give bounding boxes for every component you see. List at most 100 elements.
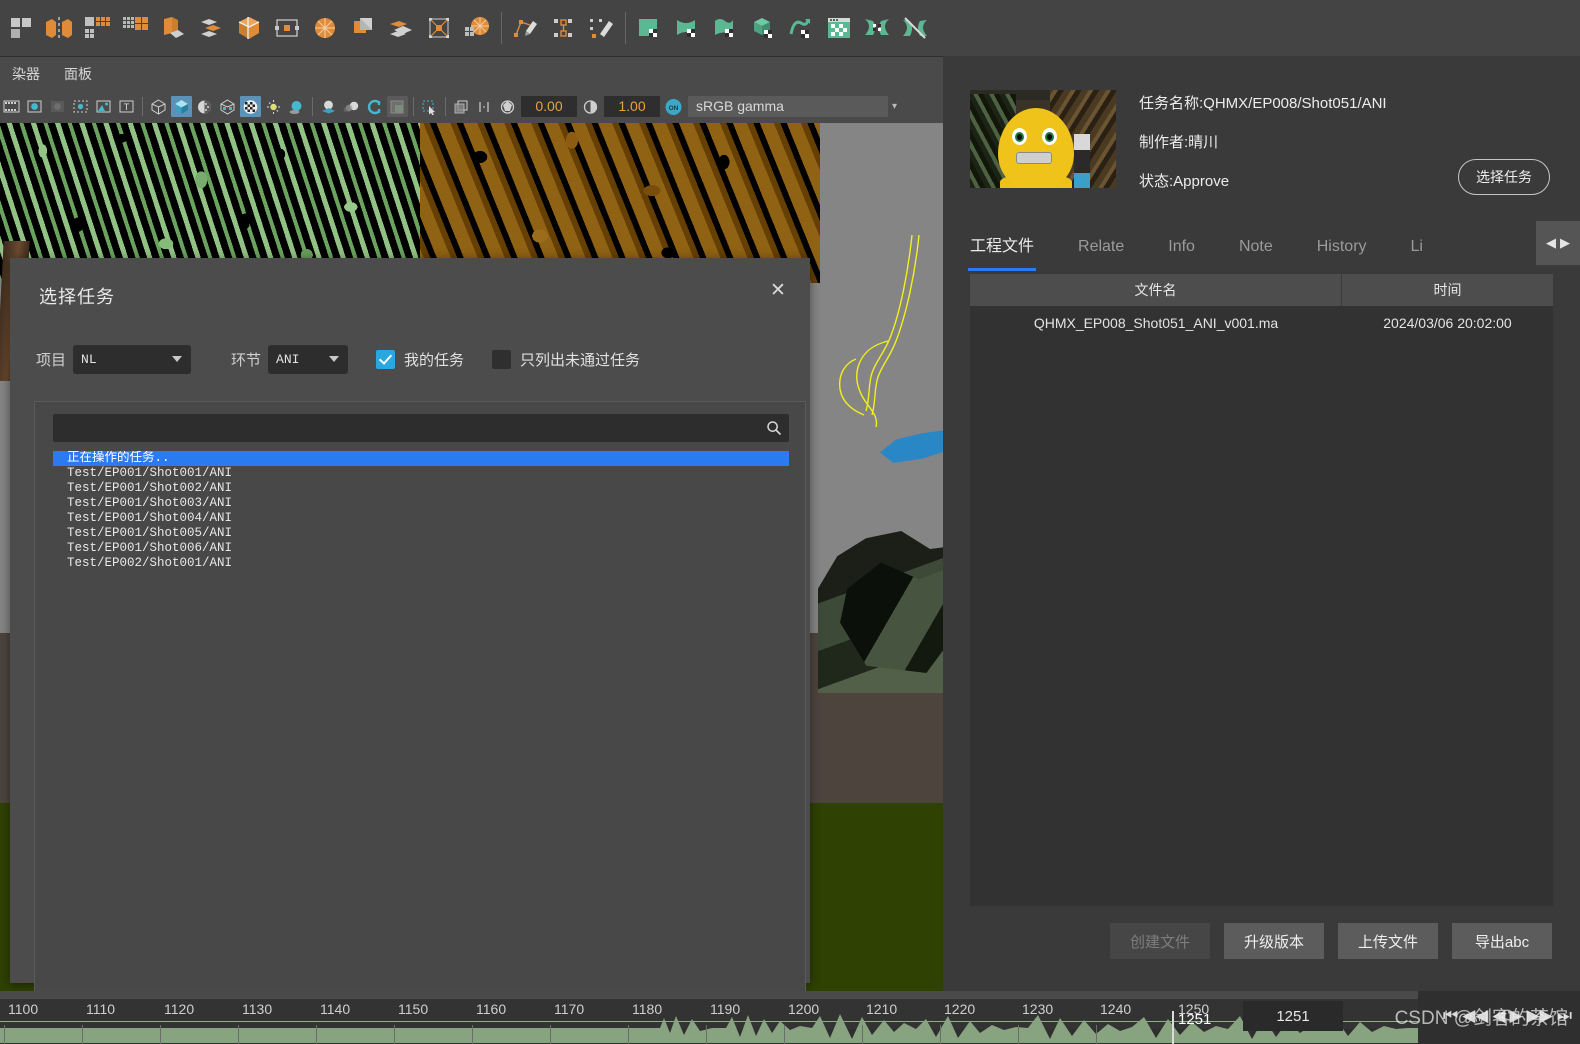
list-item[interactable]: 正在操作的任务.. [53, 451, 789, 466]
chevron-left-icon[interactable]: ◀ [1544, 235, 1558, 251]
colorspace-selector[interactable]: sRGB gamma [688, 96, 888, 117]
column-header-filename[interactable]: 文件名 [970, 274, 1342, 306]
screen-space-ao-icon[interactable] [318, 96, 339, 117]
shadow-icon[interactable] [286, 96, 307, 117]
poly-extract-icon[interactable] [155, 8, 191, 48]
panel-action-bar: 创建文件 升级版本 上传文件 导出abc [943, 923, 1580, 959]
task-manager-panel: 任务名称:QHMX/EP008/Shot051/ANI 制作者:晴川 状态:Ap… [943, 56, 1580, 991]
viewport-separator [138, 96, 147, 118]
poly-reduce-icon[interactable] [117, 8, 153, 48]
film-gate-icon[interactable] [1, 96, 22, 117]
list-item[interactable]: Test/EP001/Shot002/ANI [53, 481, 789, 496]
sculpt-plane-icon[interactable] [631, 8, 667, 48]
xray-icon[interactable] [451, 96, 472, 117]
gamma-value[interactable]: 1.00 [604, 96, 660, 117]
close-icon[interactable]: ✕ [764, 276, 792, 304]
film-origin-icon[interactable] [70, 96, 91, 117]
play-back-icon[interactable]: ◀ [1492, 1006, 1505, 1026]
motion-blur-icon[interactable] [341, 96, 362, 117]
tab-note[interactable]: Note [1239, 225, 1273, 271]
sculpt-sculpt-icon[interactable] [897, 8, 933, 48]
sculpt-freeform-icon[interactable] [707, 8, 743, 48]
only-unapproved-checkbox[interactable]: 只列出未通过任务 [492, 349, 640, 370]
sculpt-flow-icon[interactable] [783, 8, 819, 48]
poly-mirror-icon[interactable] [41, 8, 77, 48]
poly-booleans-icon[interactable] [193, 8, 229, 48]
texture-checker-icon[interactable] [240, 96, 261, 117]
column-header-time[interactable]: 时间 [1342, 274, 1553, 306]
curve-draw-icon[interactable] [583, 8, 619, 48]
list-item[interactable]: Test/EP001/Shot004/ANI [53, 511, 789, 526]
list-item[interactable]: Test/EP001/Shot005/ANI [53, 526, 789, 541]
list-item[interactable]: Test/EP002/Shot001/ANI [53, 556, 789, 571]
tab-relate[interactable]: Relate [1078, 225, 1124, 271]
poly-fill-hole-icon[interactable] [307, 8, 343, 48]
shaded-flat-icon[interactable] [194, 96, 215, 117]
gate-mask-icon[interactable] [47, 96, 68, 117]
search-input[interactable] [53, 414, 759, 442]
multisample-icon[interactable] [387, 96, 408, 117]
tab-li[interactable]: Li [1411, 225, 1423, 271]
play-forward-icon[interactable]: ▶ [1509, 1006, 1522, 1026]
go-to-end-icon[interactable]: ⏭ [1557, 1006, 1572, 1026]
list-item[interactable]: Test/EP001/Shot003/ANI [53, 496, 789, 511]
task-list[interactable]: 正在操作的任务.. Test/EP001/Shot001/ANI Test/EP… [53, 451, 789, 1044]
exposure-icon[interactable] [497, 96, 518, 117]
poly-project-icon[interactable] [421, 8, 457, 48]
tab-info[interactable]: Info [1168, 225, 1195, 271]
sculpt-cube-icon[interactable] [745, 8, 781, 48]
text-overlay-icon[interactable]: T [116, 96, 137, 117]
poly-append-icon[interactable] [345, 8, 381, 48]
isolate-select-icon[interactable] [419, 96, 440, 117]
curve-pen-icon[interactable] [507, 8, 543, 48]
poly-remesh-icon[interactable] [459, 8, 495, 48]
tab-history[interactable]: History [1317, 225, 1367, 271]
poly-bevel-icon[interactable] [231, 8, 267, 48]
create-file-button[interactable]: 创建文件 [1110, 923, 1210, 959]
wireframe-icon[interactable] [148, 96, 169, 117]
search-icon[interactable] [759, 414, 789, 442]
poly-bridge-icon[interactable] [269, 8, 305, 48]
my-tasks-checkbox[interactable]: 我的任务 [376, 349, 464, 370]
table-row[interactable]: QHMX_EP008_Shot051_ANI_v001.ma 2024/03/0… [970, 306, 1553, 340]
menu-item-panels[interactable]: 面板 [52, 57, 104, 91]
poly-smooth-icon[interactable] [79, 8, 115, 48]
sculpt-mirror-icon[interactable] [859, 8, 895, 48]
maya-application-window: 染器 面板 T 0.00 1.00 ON sRGB gamma ▾ 选择任务 ✕… [0, 0, 1580, 1044]
project-dropdown[interactable]: NL [73, 344, 192, 374]
menu-item-renderer[interactable]: 染器 [0, 57, 52, 91]
timeline-playhead[interactable] [1172, 1011, 1174, 1044]
curve-edit-points-icon[interactable] [545, 8, 581, 48]
lighting-icon[interactable] [263, 96, 284, 117]
current-frame-field[interactable]: 1251 [1243, 1001, 1343, 1031]
timeline-bar[interactable]: 1100 1110 1120 1130 1140 1150 1160 1170 … [0, 991, 1580, 1044]
go-to-start-icon[interactable]: ⏮ [1443, 1006, 1458, 1026]
upload-file-button[interactable]: 上传文件 [1338, 923, 1438, 959]
sculpt-grid-icon[interactable] [821, 8, 857, 48]
aa-icon[interactable] [364, 96, 385, 117]
poly-combine-icon[interactable] [3, 8, 39, 48]
upgrade-version-button[interactable]: 升级版本 [1224, 923, 1324, 959]
shaded-icon[interactable] [171, 96, 192, 117]
step-forward-icon[interactable]: ▶▶ [1527, 1006, 1553, 1026]
tab-project-files[interactable]: 工程文件 [967, 225, 1037, 271]
colorspace-chevron-icon[interactable]: ▾ [892, 101, 897, 112]
xray-joints-icon[interactable] [474, 96, 495, 117]
list-item[interactable]: Test/EP001/Shot006/ANI [53, 541, 789, 556]
exposure-value[interactable]: 0.00 [521, 96, 577, 117]
gamma-icon[interactable] [580, 96, 601, 117]
step-back-icon[interactable]: ◀◀ [1462, 1006, 1488, 1026]
sculpt-surface-icon[interactable] [669, 8, 705, 48]
textured-icon[interactable] [217, 96, 238, 117]
image-plane-icon[interactable] [93, 96, 114, 117]
resolution-gate-icon[interactable] [24, 96, 45, 117]
list-item[interactable]: Test/EP001/Shot001/ANI [53, 466, 789, 481]
poly-wedge-icon[interactable] [383, 8, 419, 48]
select-task-button[interactable]: 选择任务 [1458, 159, 1550, 195]
dialog-filter-row: 项目 NL 环节 ANI 我的任务 只列出未通过任务 [36, 343, 784, 375]
export-abc-button[interactable]: 导出abc [1452, 923, 1552, 959]
chevron-right-icon[interactable]: ▶ [1558, 235, 1572, 251]
colorspace-toggle-icon[interactable]: ON [663, 96, 684, 117]
step-dropdown-value: ANI [276, 351, 300, 367]
step-dropdown[interactable]: ANI [268, 344, 349, 374]
